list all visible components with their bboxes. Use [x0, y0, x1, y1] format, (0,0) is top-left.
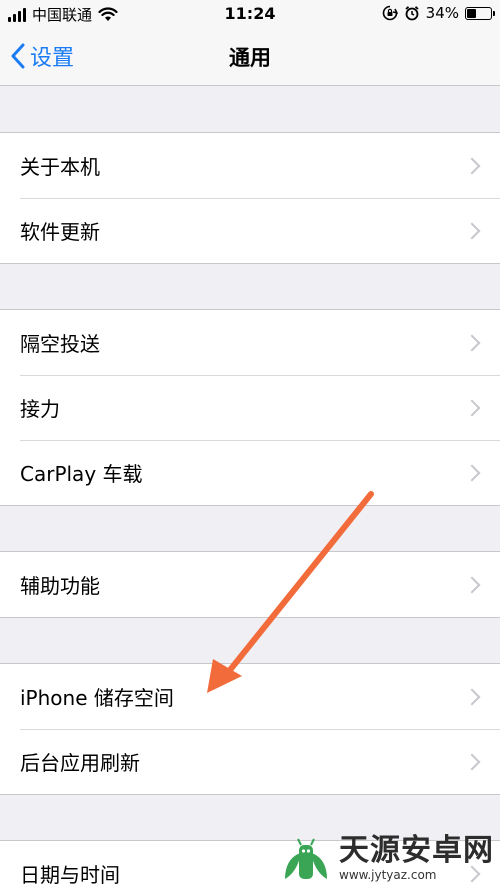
row-software-update[interactable]: 软件更新	[0, 198, 500, 263]
chevron-right-icon	[463, 464, 481, 481]
row-label: 后台应用刷新	[20, 751, 140, 775]
row-label: 软件更新	[20, 220, 100, 244]
nav-bar: 设置 通用	[0, 30, 500, 86]
rotation-lock-icon	[382, 5, 398, 21]
status-bar: 中国联通 11:24 34%	[0, 0, 500, 30]
row-accessibility[interactable]: 辅助功能	[0, 552, 500, 617]
android-logo-icon	[285, 838, 327, 879]
alarm-icon	[405, 6, 419, 21]
chevron-right-icon	[463, 222, 481, 239]
row-label: 接力	[20, 397, 60, 421]
watermark-title: 天源安卓网	[339, 833, 494, 868]
chevron-right-icon	[463, 334, 481, 351]
row-label: 日期与时间	[20, 863, 120, 887]
status-right: 34%	[382, 4, 495, 22]
row-handoff[interactable]: 接力	[0, 375, 500, 440]
battery-percent: 34%	[425, 4, 459, 22]
watermark-url: www.jytyaz.com	[339, 868, 437, 882]
row-iphone-storage[interactable]: iPhone 储存空间	[0, 664, 500, 729]
battery-icon	[465, 6, 495, 20]
chevron-right-icon	[463, 576, 481, 593]
page-title: 通用	[229, 46, 271, 70]
row-background-refresh[interactable]: 后台应用刷新	[0, 729, 500, 794]
chevron-right-icon	[463, 399, 481, 416]
watermark: 天源安卓网 www.jytyaz.com	[279, 833, 494, 883]
watermark-text: 天源安卓网 www.jytyaz.com	[339, 833, 494, 883]
settings-group-1: 关于本机 软件更新	[0, 132, 500, 264]
chevron-right-icon	[463, 157, 481, 174]
row-about[interactable]: 关于本机	[0, 133, 500, 198]
settings-group-3: 辅助功能	[0, 551, 500, 618]
screen: 中国联通 11:24 34% 设置 通用 关于本机 软件更新 隔空投送 接力 C…	[0, 0, 500, 889]
row-label: 关于本机	[20, 155, 100, 179]
settings-group-4: iPhone 储存空间 后台应用刷新	[0, 663, 500, 795]
row-label: iPhone 储存空间	[20, 686, 174, 710]
row-airdrop[interactable]: 隔空投送	[0, 310, 500, 375]
chevron-right-icon	[463, 688, 481, 705]
row-label: 辅助功能	[20, 574, 100, 598]
settings-group-2: 隔空投送 接力 CarPlay 车载	[0, 309, 500, 506]
battery-level	[467, 8, 476, 18]
row-carplay[interactable]: CarPlay 车载	[0, 440, 500, 505]
row-label: CarPlay 车载	[20, 462, 143, 486]
row-label: 隔空投送	[20, 332, 100, 356]
chevron-right-icon	[463, 753, 481, 770]
